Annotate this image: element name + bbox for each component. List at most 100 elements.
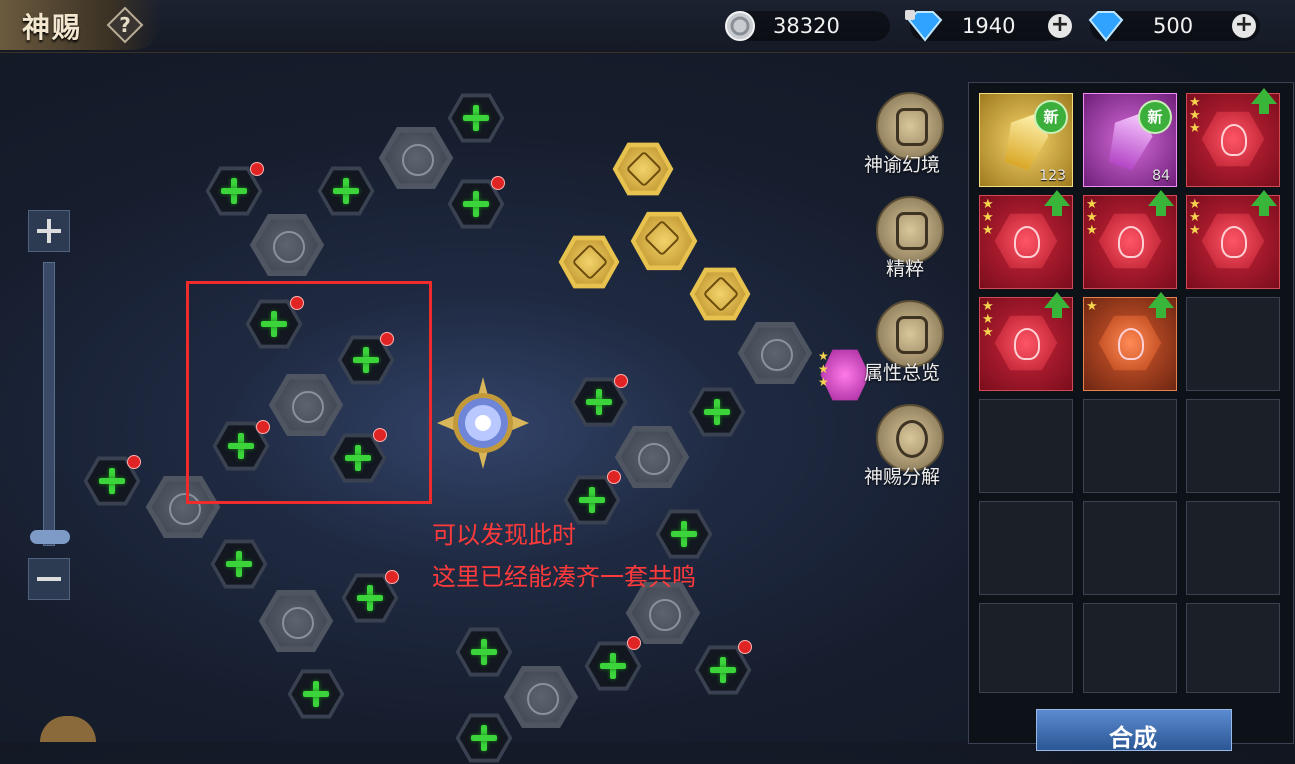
svg-text:?: ? — [119, 13, 131, 37]
empty-node[interactable] — [317, 166, 375, 216]
activated-node[interactable] — [558, 235, 620, 289]
empty-node[interactable] — [688, 387, 746, 437]
rune-icon — [402, 144, 434, 176]
empty-node[interactable] — [447, 93, 505, 143]
inventory-slot-empty[interactable] — [979, 501, 1073, 595]
locked-node[interactable] — [378, 126, 454, 190]
bound-diamond-value: 1940 — [962, 14, 1016, 38]
help-button[interactable]: ? — [106, 6, 144, 44]
annotation-line-2: 这里已经能凑齐一套共鸣 — [432, 563, 696, 591]
plus-icon — [219, 176, 249, 206]
plus-icon — [301, 679, 331, 709]
essence-label: 精粹 — [886, 258, 925, 280]
silver-coin-icon — [724, 10, 756, 42]
locked-node[interactable] — [737, 321, 813, 385]
plus-icon — [461, 103, 491, 133]
activated-node[interactable] — [630, 211, 698, 271]
locked-node[interactable] — [258, 589, 334, 653]
swirl-icon — [896, 420, 928, 458]
highlight-box — [186, 281, 432, 504]
star-rating: ★ ★ ★ — [1189, 95, 1201, 136]
core-orb[interactable] — [437, 377, 529, 469]
inventory-slot-empty[interactable] — [1186, 501, 1280, 595]
zoom-handle[interactable] — [30, 530, 70, 544]
rune-icon — [273, 231, 305, 263]
inventory-slot-empty[interactable] — [1186, 399, 1280, 493]
moon-icon — [649, 599, 681, 631]
star-rating: ★ ★ ★ — [982, 299, 994, 340]
activated-node[interactable] — [612, 142, 674, 196]
star-icon: ★ ★ ★ — [818, 349, 829, 389]
inventory-slot-red-gem[interactable]: ★ ★ ★ — [1083, 190, 1177, 289]
inventory-slot-empty[interactable] — [1186, 297, 1280, 391]
rune-icon — [638, 443, 670, 475]
empty-node[interactable] — [455, 627, 513, 677]
plus-icon — [702, 397, 732, 427]
oracle-realm-label: 神谕幻境 — [864, 154, 941, 176]
locked-node[interactable] — [503, 665, 579, 729]
new-badge: 新 — [1138, 100, 1172, 134]
plus-icon — [577, 485, 607, 515]
star-rating: ★ ★ ★ — [1086, 197, 1098, 238]
activated-node[interactable] — [689, 267, 751, 321]
empty-node[interactable] — [455, 713, 513, 763]
plus-icon — [461, 189, 491, 219]
inventory-slot-empty[interactable] — [979, 399, 1073, 493]
silver-value: 38320 — [773, 14, 840, 38]
inventory-slot-pink-crystal[interactable]: 新 84 — [1083, 93, 1177, 187]
star-rating: ★ ★ ★ — [982, 197, 994, 238]
plus-icon — [224, 549, 254, 579]
inventory-slot-empty[interactable] — [1083, 399, 1177, 493]
empty-node[interactable] — [210, 539, 268, 589]
tree-icon — [896, 108, 928, 146]
locked-diamond-icon — [903, 8, 945, 44]
add-bound-diamond-button[interactable]: + — [1048, 14, 1072, 38]
notification-dot — [491, 176, 505, 190]
craft-button[interactable]: 合成 — [1036, 709, 1232, 752]
question-icon: ? — [106, 6, 144, 44]
notification-dot — [614, 374, 628, 388]
decompose-label: 神赐分解 — [864, 466, 941, 488]
plus-icon — [598, 651, 628, 681]
page-title: 神赐 — [22, 11, 83, 44]
notification-dot — [385, 570, 399, 584]
inventory-slot-red-gem[interactable]: ★ ★ ★ — [1186, 190, 1280, 289]
upgrade-arrow-icon — [1044, 292, 1070, 318]
rune-icon — [527, 683, 559, 715]
item-count: 84 — [1152, 168, 1170, 184]
upgrade-arrow-icon — [1148, 292, 1174, 318]
new-badge: 新 — [1034, 100, 1068, 134]
plus-icon — [584, 387, 614, 417]
inventory-slot-empty[interactable] — [1083, 603, 1177, 693]
inventory-slot-red-gem[interactable]: ★ ★ ★ — [979, 190, 1073, 289]
upgrade-arrow-icon — [1148, 190, 1174, 216]
locked-node[interactable] — [614, 425, 690, 489]
locked-node[interactable] — [249, 213, 325, 277]
zoom-out-button[interactable] — [28, 558, 70, 600]
plus-icon — [37, 219, 61, 243]
zoom-track[interactable] — [43, 262, 55, 546]
minus-icon — [37, 577, 61, 581]
inventory-slot-gold-crystal[interactable]: 新 123 — [979, 93, 1073, 187]
empty-node[interactable] — [655, 509, 713, 559]
character-avatar[interactable] — [40, 716, 96, 742]
inventory-slot-empty[interactable] — [1083, 501, 1177, 595]
orb-icon — [437, 377, 529, 469]
plus-icon — [469, 723, 499, 753]
inventory-slot-red-gem[interactable]: ★ ★ ★ — [979, 292, 1073, 391]
plus-icon — [708, 655, 738, 685]
plus-icon — [669, 519, 699, 549]
plus-icon — [97, 466, 127, 496]
empty-node[interactable] — [287, 669, 345, 719]
inventory-slot-red-gem[interactable]: ★ ★ ★ — [1186, 88, 1280, 187]
plus-icon — [331, 176, 361, 206]
craft-button-label: 合成 — [1109, 724, 1157, 752]
notification-dot — [607, 470, 621, 484]
diamond-value: 500 — [1153, 14, 1194, 38]
inventory-slot-orange-gem[interactable]: ★ — [1083, 292, 1177, 391]
plus-icon — [469, 637, 499, 667]
inventory-slot-empty[interactable] — [1186, 603, 1280, 693]
zoom-in-button[interactable] — [28, 210, 70, 252]
add-diamond-button[interactable]: + — [1232, 14, 1256, 38]
inventory-slot-empty[interactable] — [979, 603, 1073, 693]
